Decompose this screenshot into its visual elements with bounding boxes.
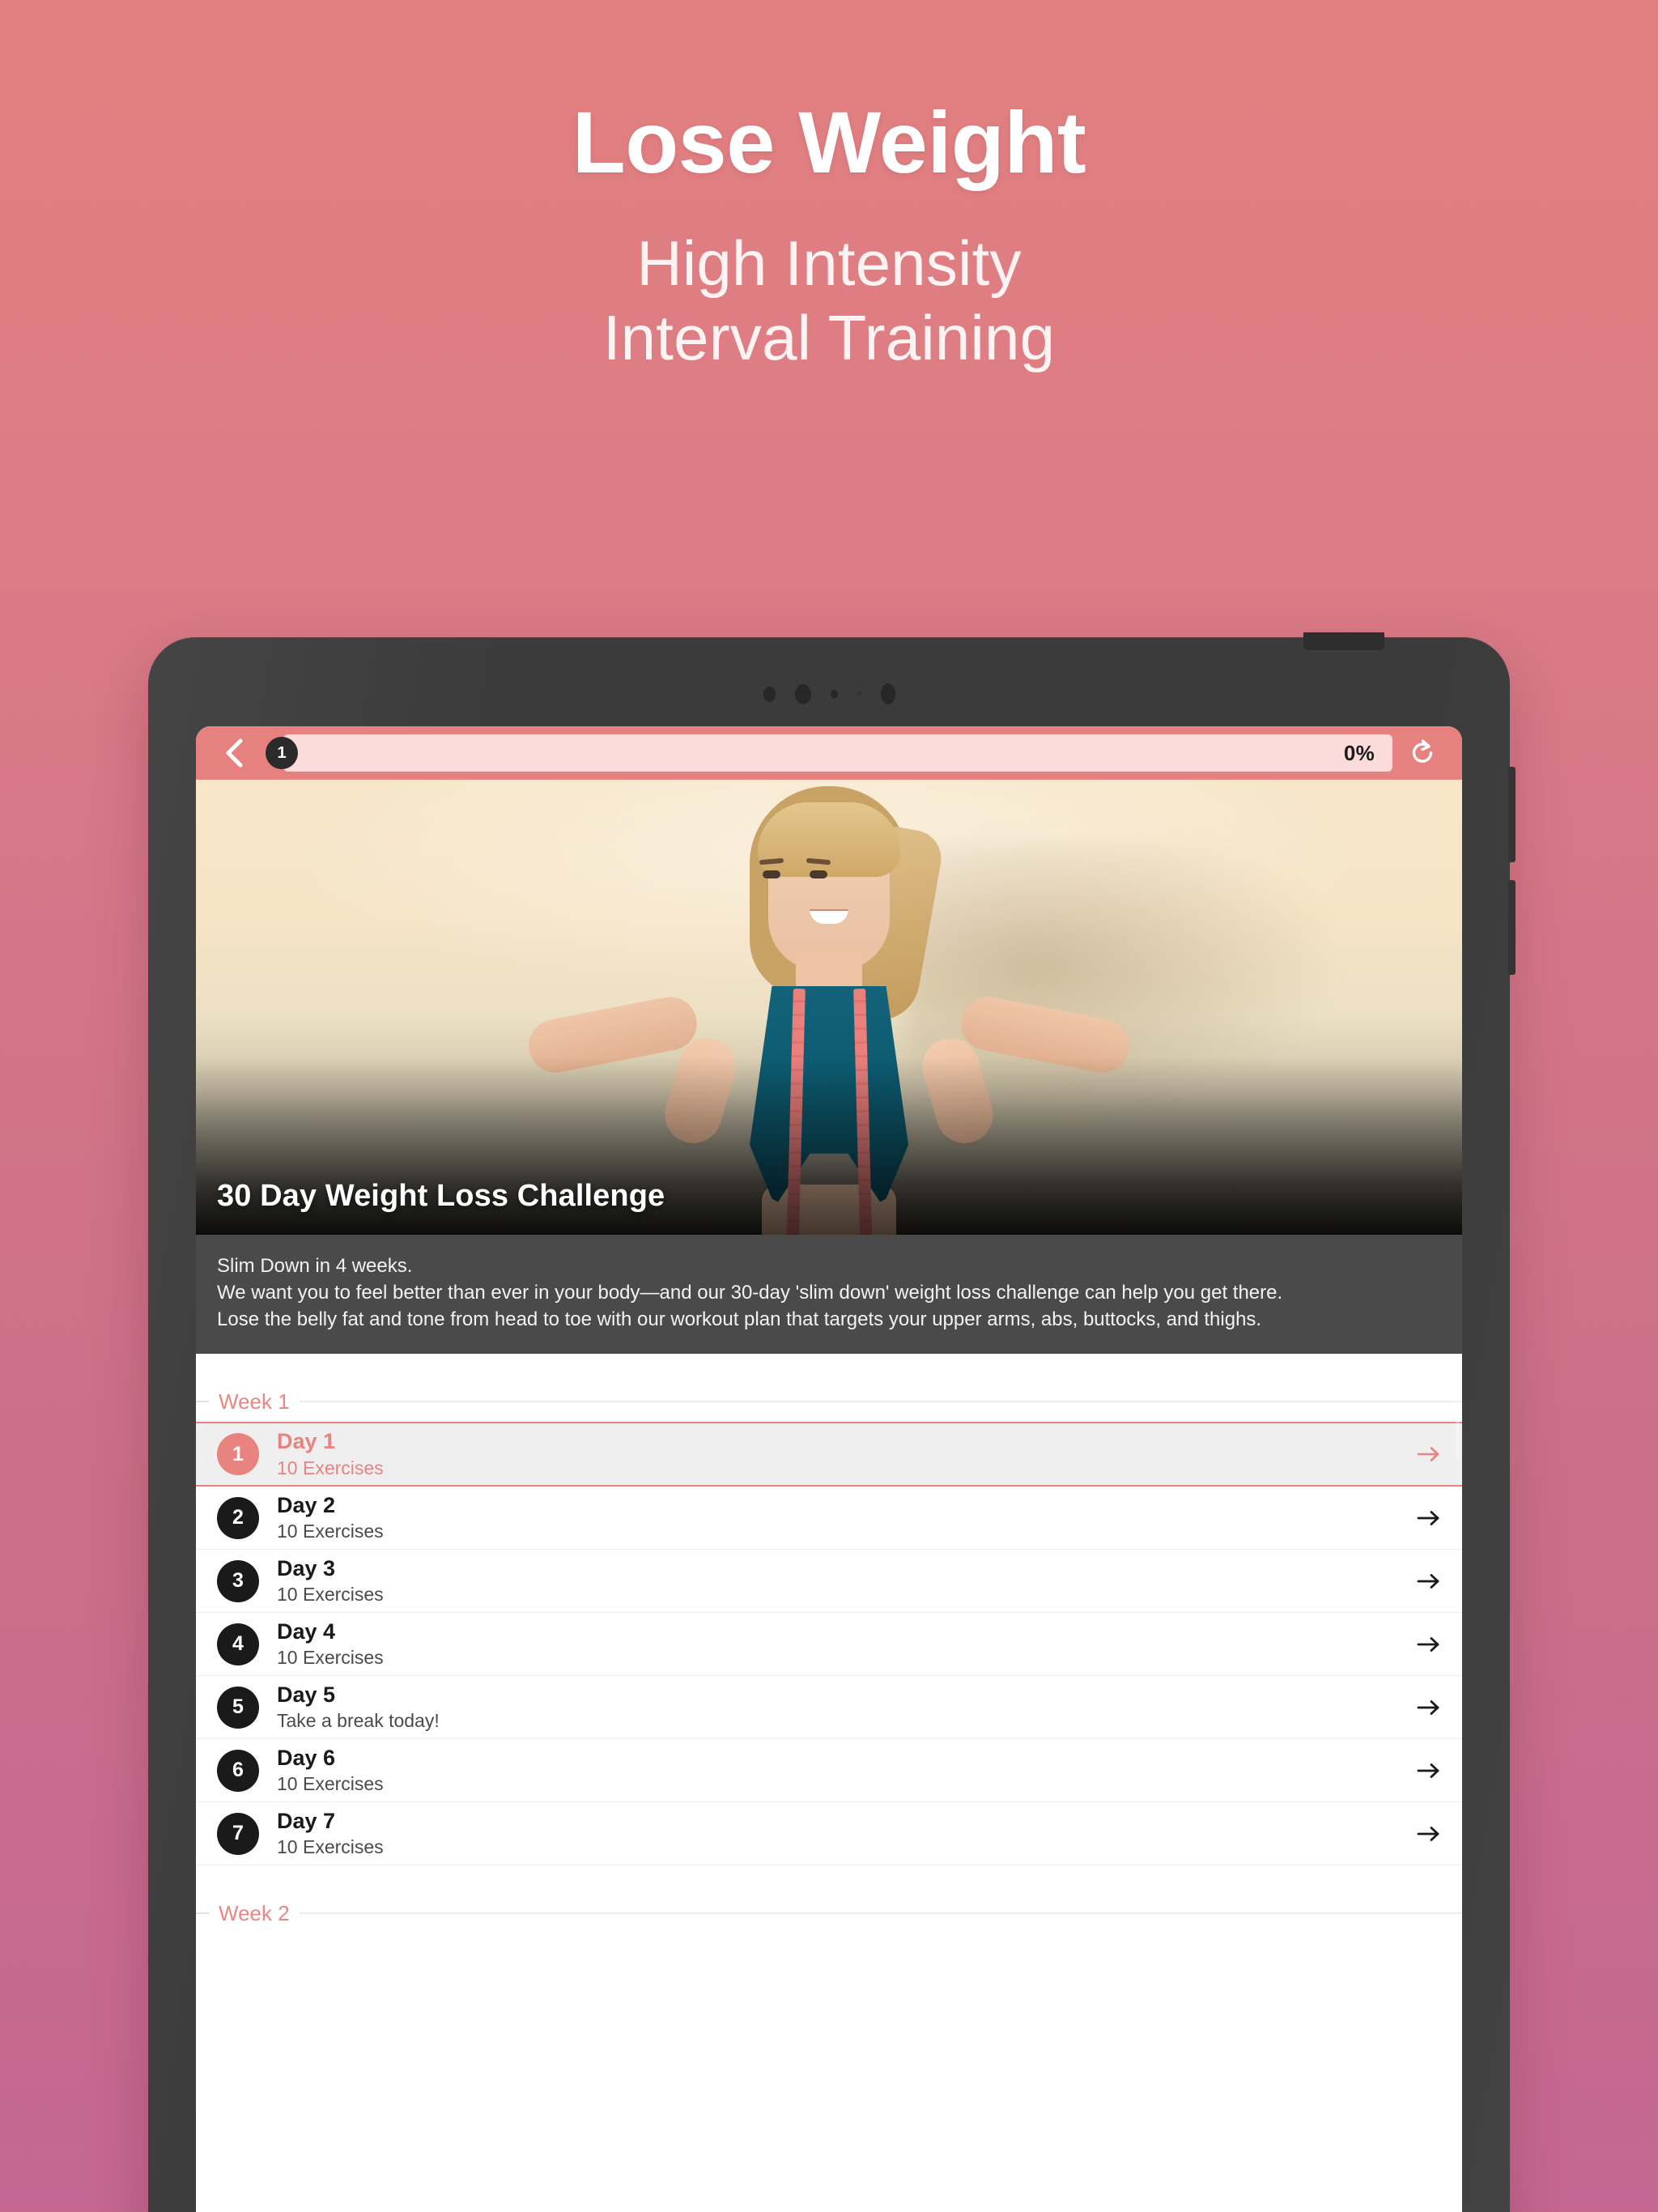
section-label: Week 1 <box>219 1389 290 1414</box>
app-toolbar: 1 0% <box>196 726 1462 780</box>
day-subtitle: 10 Exercises <box>277 1773 384 1795</box>
day-list-item[interactable]: 3 Day 3 10 Exercises <box>196 1550 1462 1614</box>
hero-banner[interactable]: 30 Day Weight Loss Challenge <box>196 780 1462 1235</box>
day-number-badge: 3 <box>217 1559 259 1602</box>
day-text-block: Day 6 10 Exercises <box>277 1745 1412 1797</box>
day-title: Day 2 <box>277 1492 336 1517</box>
tablet-device-frame: 1 0% 30 Day Weight Loss Challenge Slim D… <box>148 632 1516 2212</box>
day-subtitle: Take a break today! <box>277 1710 440 1732</box>
day-text-block: Day 7 10 Exercises <box>277 1808 1412 1860</box>
description-line-2: We want you to feel better than ever in … <box>217 1282 1283 1304</box>
section-header-week-1: Week 1 <box>196 1354 1462 1422</box>
arrow-right-icon[interactable] <box>1412 1762 1441 1780</box>
left-eye-shape <box>763 870 780 878</box>
day-list[interactable]: Week 1 1 Day 1 10 Exercises 2 Day 2 10 E… <box>196 1354 1462 1994</box>
arrow-right-icon[interactable] <box>1412 1636 1441 1653</box>
day-number-badge: 5 <box>217 1686 259 1729</box>
progress-track: 0% <box>283 734 1392 772</box>
section-label: Week 2 <box>219 1900 290 1925</box>
day-title: Day 1 <box>277 1429 336 1454</box>
refresh-icon <box>1409 738 1437 768</box>
arrow-right-icon[interactable] <box>1412 1699 1441 1716</box>
section-header-week-2: Week 2 <box>196 1865 1462 1933</box>
promo-subtitle: High Intensity Interval Training <box>0 226 1658 375</box>
promo-subtitle-line-2: Interval Training <box>602 301 1056 373</box>
day-list-item[interactable]: 5 Day 5 Take a break today! <box>196 1676 1462 1740</box>
day-subtitle: 10 Exercises <box>277 1647 384 1669</box>
restart-button[interactable] <box>1401 730 1446 776</box>
device-volume-down-button[interactable] <box>1508 880 1516 975</box>
day-number-badge: 2 <box>217 1496 259 1539</box>
day-number-badge: 4 <box>217 1623 259 1665</box>
hero-title: 30 Day Weight Loss Challenge <box>217 1179 665 1213</box>
day-number-badge: 6 <box>217 1749 259 1792</box>
sensor-dot-icon <box>763 686 776 702</box>
section-rule-left <box>196 1401 209 1403</box>
hair-front-shape <box>758 802 900 877</box>
day-text-block: Day 3 10 Exercises <box>277 1555 1412 1607</box>
section-rule-right <box>299 1912 1462 1915</box>
day-number-badge: 1 <box>217 1433 259 1476</box>
day-list-item[interactable]: 4 Day 4 10 Exercises <box>196 1613 1462 1677</box>
proximity-sensor-icon <box>830 689 838 699</box>
day-list-item[interactable]: 7 Day 7 10 Exercises <box>196 1802 1462 1866</box>
chevron-left-icon <box>223 738 247 768</box>
day-subtitle: 10 Exercises <box>277 1836 384 1858</box>
day-list-item[interactable]: 6 Day 6 10 Exercises <box>196 1739 1462 1803</box>
day-title: Day 6 <box>277 1745 336 1770</box>
progress-percent-label: 0% <box>1343 740 1375 765</box>
day-number-badge: 7 <box>217 1812 259 1855</box>
right-eye-shape <box>810 870 827 878</box>
day-title: Day 7 <box>277 1808 336 1833</box>
program-description: Slim Down in 4 weeks. We want you to fee… <box>196 1235 1462 1355</box>
app-screen: 1 0% 30 Day Weight Loss Challenge Slim D… <box>196 726 1462 2212</box>
arrow-right-icon[interactable] <box>1412 1509 1441 1527</box>
light-sensor-icon <box>857 691 861 696</box>
day-text-block: Day 1 10 Exercises <box>277 1428 1412 1480</box>
arrow-right-icon[interactable] <box>1412 1572 1441 1590</box>
device-top-notch <box>1303 632 1384 650</box>
day-list-item[interactable]: 2 Day 2 10 Exercises <box>196 1487 1462 1551</box>
progress-bar[interactable]: 1 0% <box>266 734 1392 772</box>
progress-day-badge: 1 <box>266 737 298 769</box>
day-text-block: Day 4 10 Exercises <box>277 1619 1412 1670</box>
arrow-right-icon[interactable] <box>1412 1445 1441 1463</box>
promo-title: Lose Weight <box>572 93 1086 191</box>
scrollbar-thumb[interactable] <box>1456 1354 1460 1460</box>
day-subtitle: 10 Exercises <box>277 1457 384 1478</box>
back-button[interactable] <box>212 730 257 776</box>
section-rule-left <box>196 1912 209 1915</box>
day-subtitle: 10 Exercises <box>277 1521 384 1542</box>
description-line-3: Lose the belly fat and tone from head to… <box>217 1308 1262 1331</box>
promo-headline: Lose Weight High Intensity Interval Trai… <box>0 93 1658 375</box>
promo-subtitle-line-1: High Intensity <box>636 227 1022 299</box>
front-camera-icon <box>794 683 811 704</box>
description-line-1: Slim Down in 4 weeks. <box>217 1255 413 1277</box>
device-sensor-cluster <box>148 682 1510 706</box>
device-volume-up-button[interactable] <box>1508 767 1516 862</box>
day-text-block: Day 2 10 Exercises <box>277 1492 1412 1544</box>
day-title: Day 4 <box>277 1619 336 1644</box>
speaker-dot-icon <box>880 683 895 704</box>
day-text-block: Day 5 Take a break today! <box>277 1682 1412 1733</box>
day-list-item[interactable]: 1 Day 1 10 Exercises <box>196 1422 1462 1487</box>
section-rule-right <box>299 1401 1462 1403</box>
arrow-right-icon[interactable] <box>1412 1825 1441 1843</box>
day-title: Day 5 <box>277 1682 336 1707</box>
day-title: Day 3 <box>277 1555 336 1580</box>
day-subtitle: 10 Exercises <box>277 1584 384 1606</box>
